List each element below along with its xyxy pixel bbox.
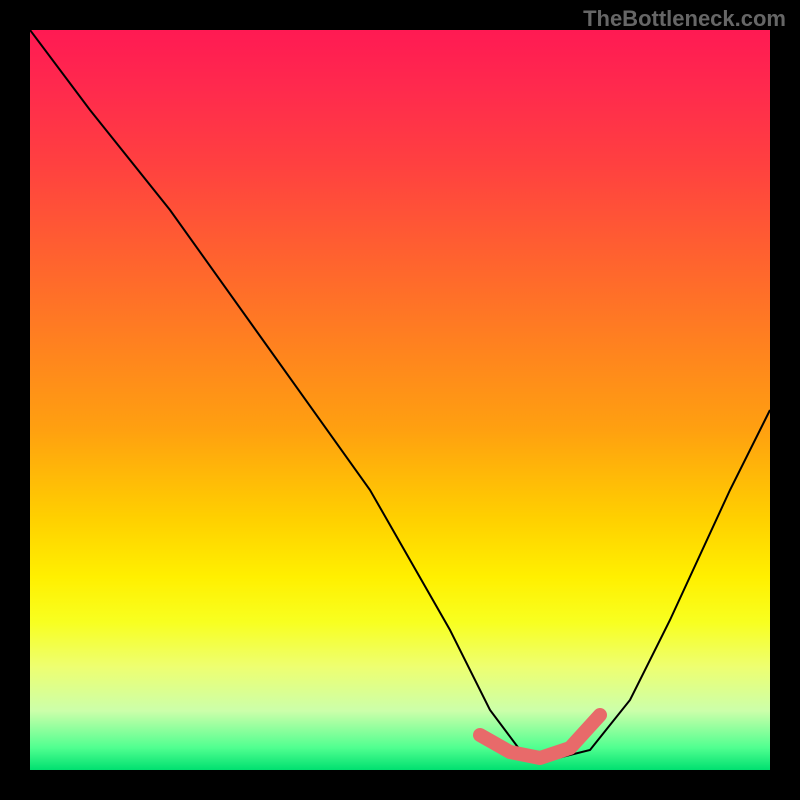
- bottleneck-curve: [30, 30, 770, 760]
- watermark-text: TheBottleneck.com: [583, 6, 786, 32]
- chart-overlay: [30, 30, 770, 770]
